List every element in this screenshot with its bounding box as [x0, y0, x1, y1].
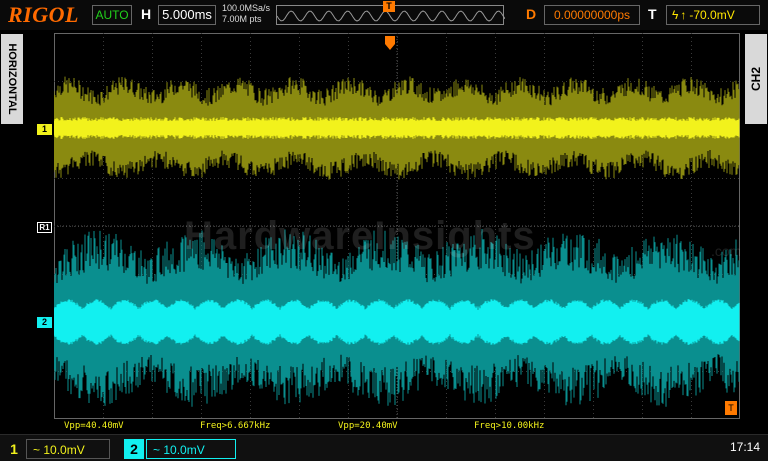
- ch1-freq-measurement: Freq>6.667kHz: [200, 421, 271, 431]
- memory-depth: 7.00M pts: [222, 14, 262, 24]
- brand-logo: RIGOL: [8, 2, 79, 27]
- ch2-number[interactable]: 2: [124, 439, 144, 459]
- bolt-icon: ϟ: [672, 8, 679, 22]
- delay-value[interactable]: 0.00000000ps: [544, 5, 640, 25]
- channel-status-bar: 1 ~ 10.0mV 2 ~ 10.0mV 17:14: [0, 434, 768, 461]
- ch1-offset-marker[interactable]: 1: [37, 124, 52, 135]
- clock: 17:14: [729, 440, 760, 454]
- horizontal-tab-label: HORIZONTAL: [6, 43, 18, 115]
- waveform-display[interactable]: HardwareInsights .com: [54, 33, 740, 419]
- timebase-label: H: [141, 6, 152, 22]
- ch2-setting[interactable]: ~ 10.0mV: [146, 439, 236, 459]
- ch2-tab-label: CH2: [749, 66, 763, 92]
- horizontal-menu-tab[interactable]: HORIZONTAL: [1, 34, 23, 124]
- delay-label: D: [526, 6, 537, 22]
- trigger-settings[interactable]: ϟ ↑ -70.0mV: [666, 5, 760, 25]
- timebase-value[interactable]: 5.000ms: [158, 5, 216, 25]
- ch2-offset-marker[interactable]: 2: [37, 317, 52, 328]
- top-status-bar: RIGOL AUTO H 5.000ms 100.0MSa/s 7.00M pt…: [0, 0, 768, 30]
- ch2-vpp-measurement: Vpp=20.40mV: [338, 421, 398, 431]
- trigger-position-marker: T: [383, 1, 395, 12]
- ch2-freq-measurement: Freq>10.00kHz: [474, 421, 545, 431]
- rising-edge-icon: ↑: [680, 8, 687, 22]
- trigger-level-marker[interactable]: T: [725, 401, 737, 415]
- ch1-number[interactable]: 1: [4, 439, 24, 459]
- watermark-text: HardwareInsights: [184, 214, 536, 258]
- trigger-label: T: [648, 6, 657, 22]
- ch1-setting[interactable]: ~ 10.0mV: [26, 439, 110, 459]
- watermark-suffix: .com: [711, 243, 740, 259]
- ch1-vpp-measurement: Vpp=40.40mV: [64, 421, 124, 431]
- acquisition-info: 100.0MSa/s 7.00M pts: [222, 3, 270, 25]
- trigger-position-arrow-icon: [385, 36, 395, 50]
- trigger-level-value: -70.0mV: [689, 8, 735, 22]
- run-state-indicator[interactable]: AUTO: [92, 5, 132, 25]
- sample-rate: 100.0MSa/s: [222, 3, 271, 13]
- ref1-offset-marker[interactable]: R1: [37, 222, 52, 233]
- ch2-menu-tab[interactable]: CH2: [745, 34, 767, 124]
